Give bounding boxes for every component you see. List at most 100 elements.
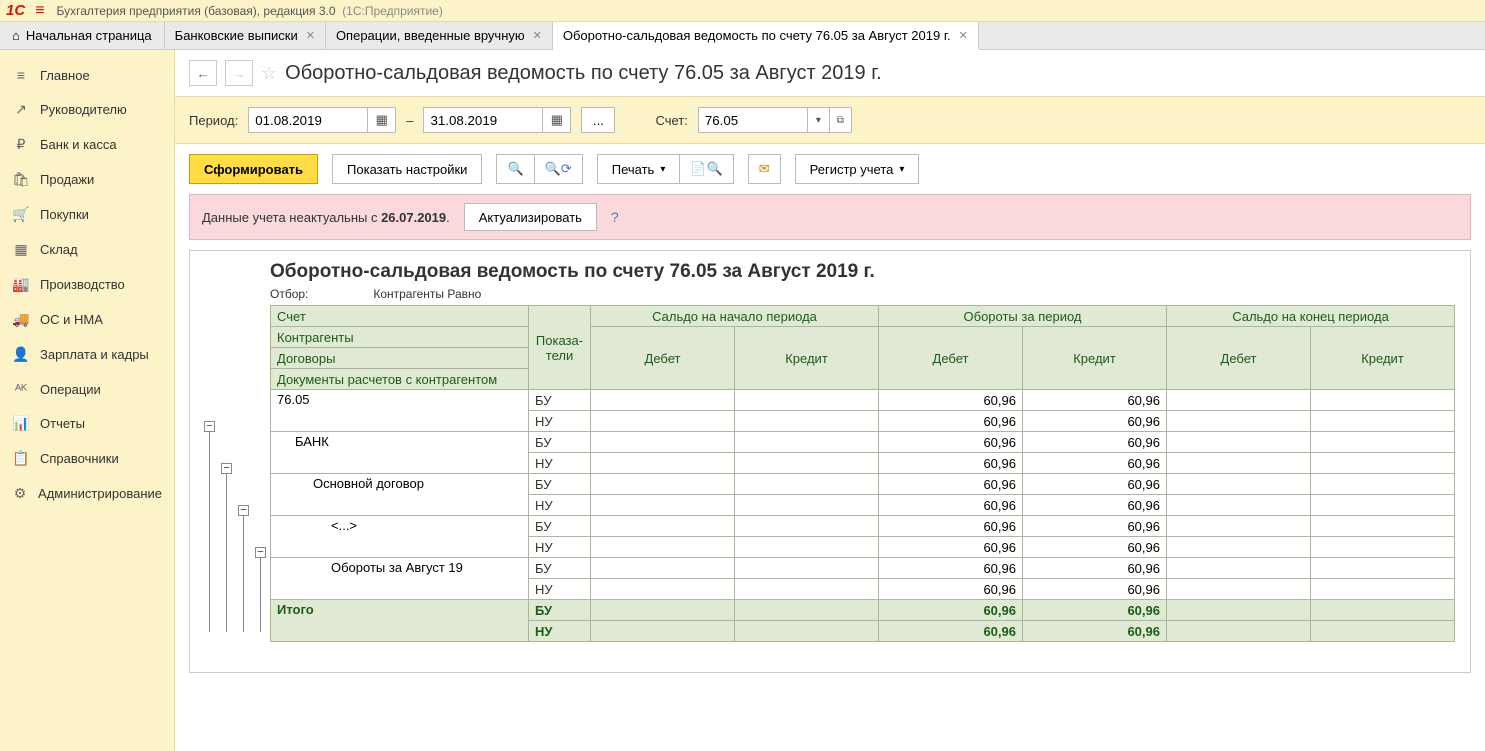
close-icon[interactable]: ✕ xyxy=(533,29,542,42)
value-cell: 60,96 xyxy=(1023,390,1167,411)
value-cell xyxy=(735,390,879,411)
indicator-cell: НУ xyxy=(529,579,591,600)
th-indicators: Показа- тели xyxy=(529,306,591,390)
value-cell: 60,96 xyxy=(879,579,1023,600)
refresh-search-button[interactable]: 🔍⟳ xyxy=(535,154,583,184)
help-icon[interactable]: ? xyxy=(611,209,619,225)
sidebar-icon: ▦ xyxy=(12,241,30,258)
indicator-cell: НУ xyxy=(529,537,591,558)
value-cell xyxy=(1311,537,1455,558)
register-button[interactable]: Регистр учета▾ xyxy=(795,154,920,184)
calendar-icon[interactable]: ▦ xyxy=(368,107,396,133)
value-cell xyxy=(1167,474,1311,495)
value-cell xyxy=(591,558,735,579)
value-cell xyxy=(1311,579,1455,600)
value-cell xyxy=(735,474,879,495)
search-button[interactable]: 🔍 xyxy=(496,154,534,184)
sidebar-item-label: Отчеты xyxy=(40,416,85,431)
favorite-icon[interactable]: ☆ xyxy=(261,63,277,84)
account-input[interactable] xyxy=(698,107,808,133)
dropdown-icon[interactable]: ▾ xyxy=(808,107,830,133)
account-field[interactable]: ▾ ⧉ xyxy=(698,107,852,133)
sidebar-icon: ≡ xyxy=(12,67,30,83)
email-button[interactable]: ✉ xyxy=(748,154,781,184)
value-cell: 60,96 xyxy=(879,600,1023,621)
value-cell: 60,96 xyxy=(1023,621,1167,642)
app-header: 1C ≡ Бухгалтерия предприятия (базовая), … xyxy=(0,0,1485,22)
sidebar-item-label: Производство xyxy=(40,277,125,292)
sidebar-icon: 👤 xyxy=(12,346,30,363)
value-cell xyxy=(591,390,735,411)
open-icon[interactable]: ⧉ xyxy=(830,107,852,133)
value-cell xyxy=(735,537,879,558)
menu-icon[interactable]: ≡ xyxy=(35,2,44,20)
indicator-cell: БУ xyxy=(529,516,591,537)
row-name: БАНК xyxy=(271,432,529,474)
sidebar-item-label: Администрирование xyxy=(38,486,162,501)
sidebar-item-label: Операции xyxy=(40,382,101,397)
sidebar-icon: 📋 xyxy=(12,450,30,467)
value-cell xyxy=(591,516,735,537)
close-icon[interactable]: ✕ xyxy=(306,29,315,42)
print-button[interactable]: Печать▾ xyxy=(597,154,681,184)
home-tab[interactable]: ⌂ Начальная страница xyxy=(0,22,165,49)
date-to-field[interactable]: ▦ xyxy=(423,107,571,133)
tab[interactable]: Операции, введенные вручную✕ xyxy=(326,22,553,49)
sidebar-icon: 📊 xyxy=(12,415,30,432)
sidebar-item[interactable]: 🏭Производство xyxy=(0,267,174,302)
value-cell xyxy=(735,495,879,516)
sidebar-item[interactable]: ₽Банк и касса xyxy=(0,127,174,162)
date-from-input[interactable] xyxy=(248,107,368,133)
collapse-icon[interactable]: − xyxy=(221,463,232,474)
calendar-icon[interactable]: ▦ xyxy=(543,107,571,133)
sidebar-item[interactable]: ≡Главное xyxy=(0,58,174,92)
th-debit: Дебет xyxy=(591,327,735,390)
tab[interactable]: Банковские выписки ✕ xyxy=(165,22,326,49)
collapse-icon[interactable]: − xyxy=(255,547,266,558)
value-cell: 60,96 xyxy=(1023,516,1167,537)
collapse-icon[interactable]: − xyxy=(238,505,249,516)
sidebar-item[interactable]: 🚚ОС и НМА xyxy=(0,302,174,337)
tab-label: Банковские выписки xyxy=(175,28,298,43)
th-documents: Документы расчетов с контрагентом xyxy=(271,369,529,390)
indicator-cell: НУ xyxy=(529,495,591,516)
sidebar-item[interactable]: ᴬᴷОперации xyxy=(0,372,174,406)
value-cell xyxy=(1311,432,1455,453)
app-logo: 1C xyxy=(6,2,25,19)
period-select-button[interactable]: ... xyxy=(581,107,615,133)
value-cell: 60,96 xyxy=(1023,474,1167,495)
back-button[interactable]: ← xyxy=(189,60,217,86)
alert-text: Данные учета неактуальны с 26.07.2019. xyxy=(202,210,450,225)
sidebar-item[interactable]: ⚙Администрирование xyxy=(0,476,174,511)
value-cell xyxy=(1311,558,1455,579)
value-cell xyxy=(1167,579,1311,600)
date-from-field[interactable]: ▦ xyxy=(248,107,396,133)
value-cell: 60,96 xyxy=(879,474,1023,495)
total-row: ИтогоБУ60,9660,96 xyxy=(271,600,1455,621)
generate-button[interactable]: Сформировать xyxy=(189,154,318,184)
value-cell: 60,96 xyxy=(1023,558,1167,579)
forward-button[interactable]: → xyxy=(225,60,253,86)
sidebar-item[interactable]: ↗Руководителю xyxy=(0,92,174,127)
indicator-cell: БУ xyxy=(529,390,591,411)
collapse-icon[interactable]: − xyxy=(204,421,215,432)
sidebar-item[interactable]: 👤Зарплата и кадры xyxy=(0,337,174,372)
tab[interactable]: Оборотно-сальдовая ведомость по счету 76… xyxy=(553,22,979,50)
value-cell xyxy=(591,453,735,474)
value-cell xyxy=(591,621,735,642)
sidebar-item[interactable]: 🛍Продажи xyxy=(0,162,174,197)
sidebar-item[interactable]: ▦Склад xyxy=(0,232,174,267)
print-preview-button[interactable]: 📄🔍 xyxy=(680,154,733,184)
value-cell xyxy=(1311,474,1455,495)
sidebar-item[interactable]: 📊 Отчеты xyxy=(0,406,174,441)
actualize-button[interactable]: Актуализировать xyxy=(464,203,597,231)
indicator-cell: НУ xyxy=(529,453,591,474)
sidebar-item[interactable]: 🛒Покупки xyxy=(0,197,174,232)
sidebar-item[interactable]: 📋Справочники xyxy=(0,441,174,476)
date-to-input[interactable] xyxy=(423,107,543,133)
sidebar-item-label: Руководителю xyxy=(40,102,127,117)
value-cell: 60,96 xyxy=(1023,537,1167,558)
close-icon[interactable]: ✕ xyxy=(959,29,968,42)
home-icon: ⌂ xyxy=(12,28,20,43)
show-settings-button[interactable]: Показать настройки xyxy=(332,154,482,184)
